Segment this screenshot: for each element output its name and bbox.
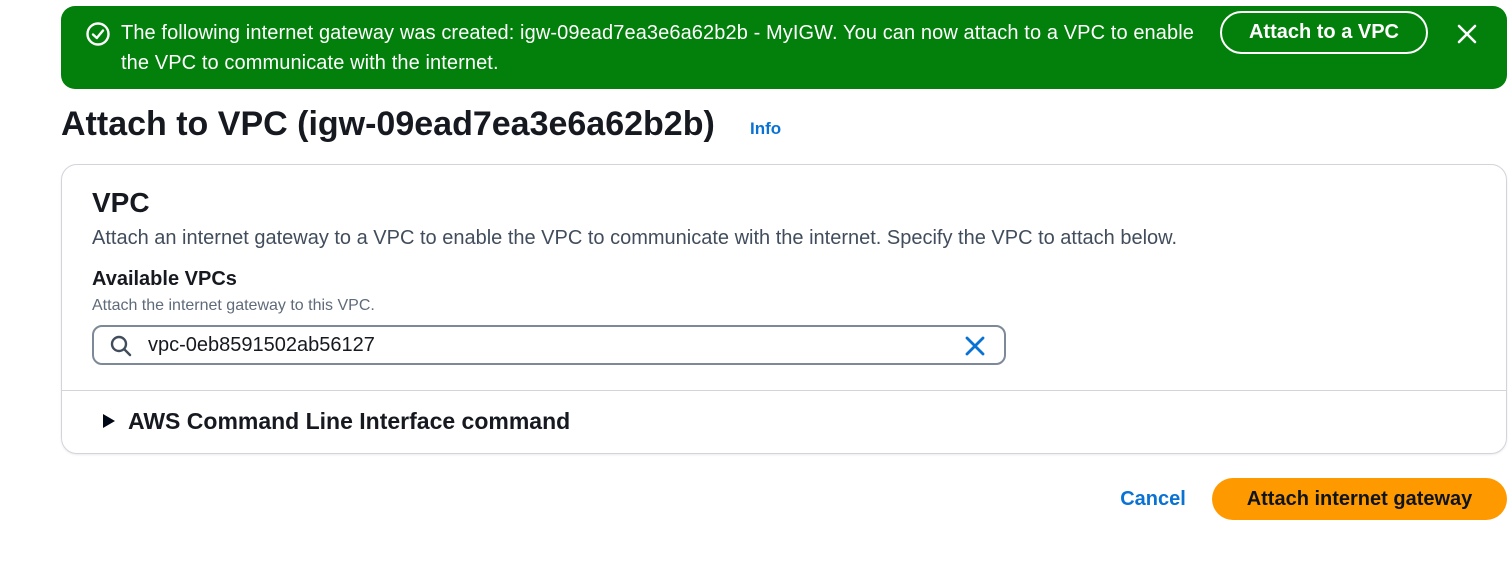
section-heading: VPC [92, 187, 150, 218]
clear-x-icon [962, 336, 988, 362]
flashbar-message: The following internet gateway was creat… [121, 22, 1194, 74]
section-divider [62, 390, 1506, 391]
available-vpcs-hint: Attach the internet gateway to this VPC. [92, 297, 375, 314]
info-link[interactable]: Info [750, 119, 781, 139]
available-vpcs-label: Available VPCs [92, 268, 237, 290]
success-flashbar: The following internet gateway was creat… [61, 6, 1507, 89]
attach-to-vpc-button[interactable]: Attach to a VPC [1220, 11, 1428, 54]
cli-command-label: AWS Command Line Interface command [128, 408, 571, 434]
attach-internet-gateway-button[interactable]: Attach internet gateway [1212, 478, 1507, 520]
vpc-search-input[interactable] [148, 330, 948, 360]
vpc-autosuggest[interactable] [92, 325, 1006, 365]
close-icon [1453, 24, 1481, 51]
vpc-container: VPC Attach an internet gateway to a VPC … [61, 164, 1507, 454]
success-circle-check-icon [85, 21, 111, 47]
page-title: Attach to VPC (igw-09ead7ea3e6a62b2b) [61, 105, 715, 143]
cancel-button[interactable]: Cancel [1108, 482, 1198, 516]
search-icon [110, 335, 132, 357]
dismiss-flashbar-button[interactable] [1453, 20, 1481, 48]
clear-input-button[interactable] [962, 333, 988, 359]
caret-right-icon [102, 413, 116, 429]
section-description: Attach an internet gateway to a VPC to e… [92, 227, 1178, 249]
cli-command-expander[interactable]: AWS Command Line Interface command [102, 406, 570, 436]
